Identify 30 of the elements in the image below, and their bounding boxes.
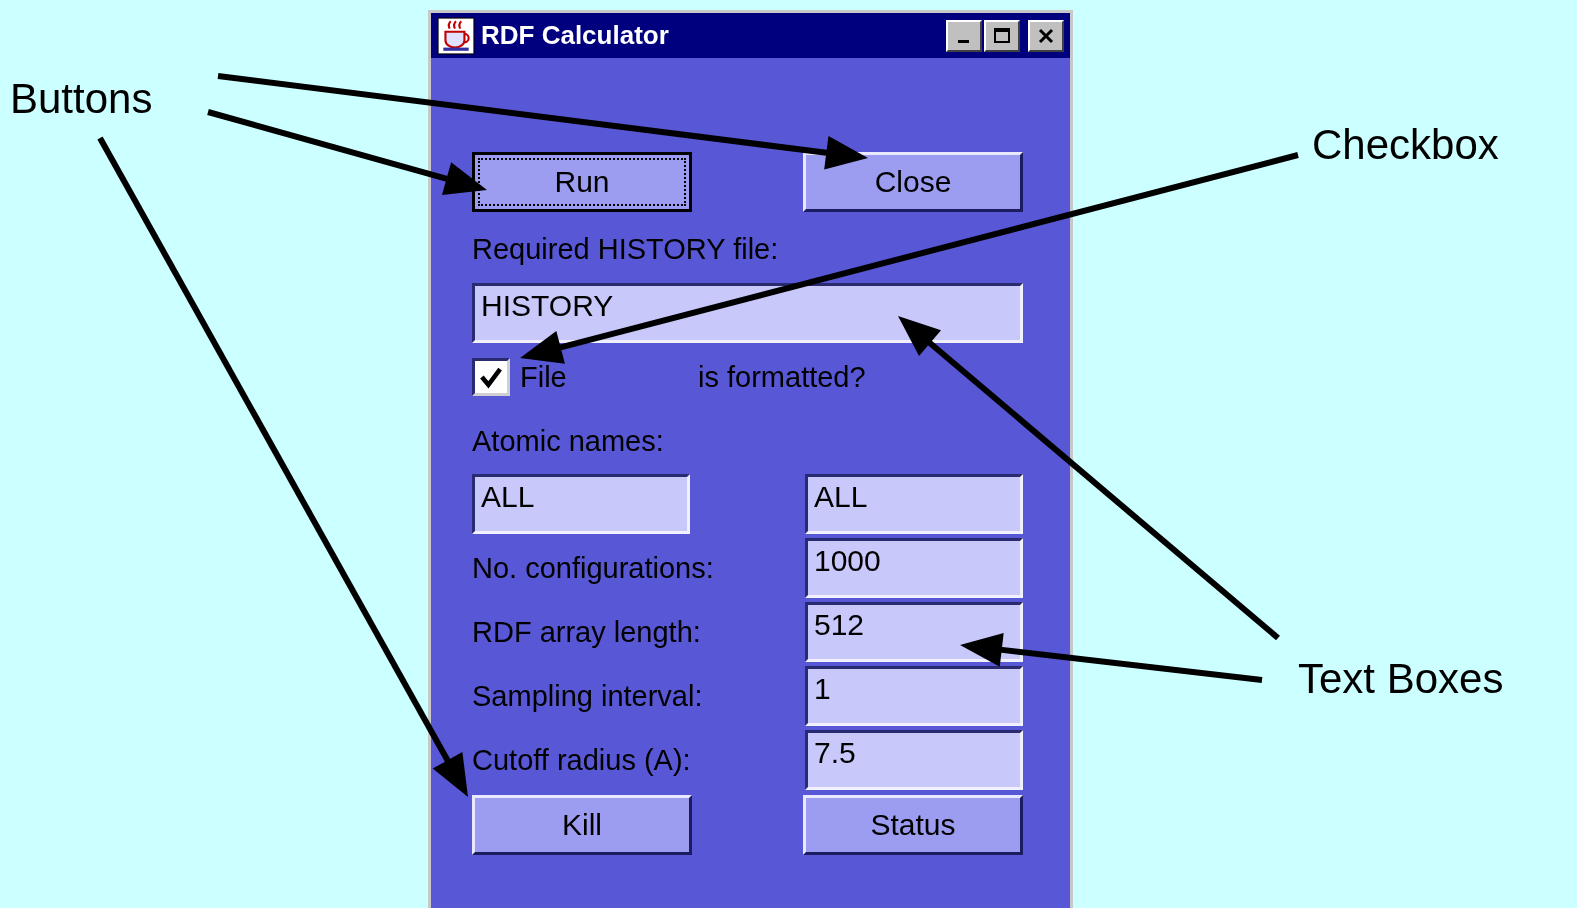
cup-icon xyxy=(437,16,475,55)
push-button[interactable]: Status xyxy=(803,795,1023,855)
atom-name-field[interactable]: ALL xyxy=(805,474,1023,534)
field-label: RDF array length: xyxy=(472,615,701,649)
checkbox[interactable] xyxy=(472,358,510,396)
push-button[interactable]: Run xyxy=(472,152,692,212)
push-button[interactable]: Kill xyxy=(472,795,692,855)
checkbox-label: File xyxy=(520,360,568,394)
minimize-button[interactable] xyxy=(946,19,982,52)
atom-name-field[interactable]: ALL xyxy=(472,474,690,534)
callout-label: Checkbox xyxy=(1312,120,1499,170)
parameter-field[interactable]: 7.5 xyxy=(805,730,1023,790)
field-label: Required HISTORY file: xyxy=(472,232,780,266)
parameter-field[interactable]: 1000 xyxy=(805,538,1023,598)
field-label: Cutoff radius (A): xyxy=(472,743,691,777)
push-button[interactable]: Close xyxy=(803,152,1023,212)
parameter-field[interactable]: 1 xyxy=(805,666,1023,726)
close-button[interactable] xyxy=(1028,19,1064,52)
field-label: No. configurations: xyxy=(472,551,714,585)
window-title: RDF Calculator xyxy=(481,20,670,51)
field-label: Sampling interval: xyxy=(472,679,703,713)
field-label: Atomic names: xyxy=(472,424,665,458)
checkbox-label: is formatted? xyxy=(698,360,866,394)
maximize-icon xyxy=(992,25,1012,46)
maximize-button[interactable] xyxy=(984,19,1020,52)
callout-label: Text Boxes xyxy=(1298,654,1504,704)
minimize-icon xyxy=(957,40,969,43)
parameter-field[interactable]: 512 xyxy=(805,602,1023,662)
history-field[interactable]: HISTORY xyxy=(472,283,1023,343)
callout-label: Buttons xyxy=(10,74,153,124)
